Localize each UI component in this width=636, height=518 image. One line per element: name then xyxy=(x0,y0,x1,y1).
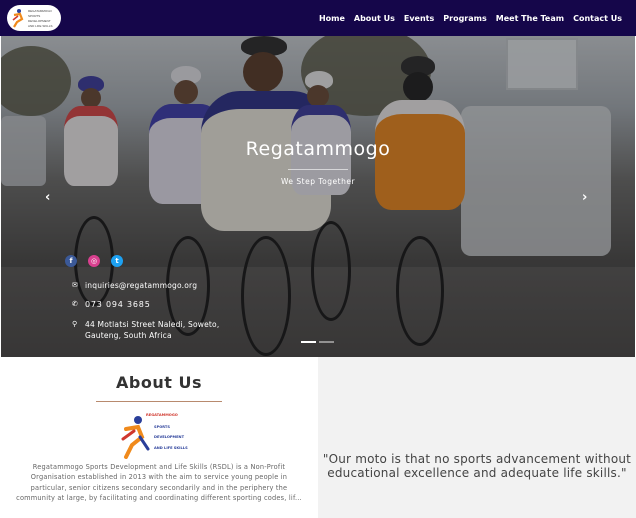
map-marker-icon: ⚲ xyxy=(72,320,78,328)
phone-text: 073 094 3685 xyxy=(85,300,151,309)
hero-carousel: Regatammogo We Step Together ‹ › f ◎ t ✉… xyxy=(1,36,635,357)
about-logo-line: SPORTS xyxy=(154,425,170,429)
nav-events[interactable]: Events xyxy=(404,14,434,23)
hero-divider xyxy=(288,169,348,170)
carousel-indicators xyxy=(301,341,334,343)
logo-line: SPORTS xyxy=(28,13,41,18)
phone-icon: ✆ xyxy=(72,300,79,308)
navbar: REGATAMMOGO SPORTS DEVELOPMENT AND LIFE … xyxy=(0,0,636,36)
site-logo[interactable]: REGATAMMOGO SPORTS DEVELOPMENT AND LIFE … xyxy=(7,5,61,31)
carousel-next-arrow-icon[interactable]: › xyxy=(582,190,587,205)
about-divider xyxy=(96,401,222,402)
twitter-icon[interactable]: t xyxy=(111,255,123,267)
address-line-2: Gauteng, South Africa xyxy=(85,331,172,340)
contact-address: ⚲ 44 Motlatsi Street Naledi, Soweto, Gau… xyxy=(72,319,219,341)
carousel-indicator[interactable] xyxy=(301,341,316,343)
contact-email[interactable]: ✉ inquiries@regatammogo.org xyxy=(72,280,197,291)
social-links: f ◎ t xyxy=(65,255,123,267)
about-section: About Us REGATAMMOGO SPORTS DEVELOPMENT … xyxy=(0,357,318,518)
envelope-icon: ✉ xyxy=(72,281,79,289)
logo-text: REGATAMMOGO SPORTS DEVELOPMENT AND LIFE … xyxy=(28,9,53,28)
nav-home[interactable]: Home xyxy=(319,14,345,23)
address-line-1: 44 Motlatsi Street Naledi, Soweto, xyxy=(85,320,220,329)
carousel-indicator[interactable] xyxy=(319,341,334,343)
about-title: About Us xyxy=(116,373,202,392)
nav-meet-the-team[interactable]: Meet The Team xyxy=(496,14,564,23)
email-text: inquiries@regatammogo.org xyxy=(85,281,198,290)
carousel-prev-arrow-icon[interactable]: ‹ xyxy=(45,190,50,205)
nav-contact-us[interactable]: Contact Us xyxy=(573,14,622,23)
contact-phone[interactable]: ✆ 073 094 3685 xyxy=(72,299,151,310)
motto-quote: "Our moto is that no sports advancement … xyxy=(322,452,632,480)
about-logo-line: DEVELOPMENT xyxy=(154,435,185,439)
main-nav: Home About Us Events Programs Meet The T… xyxy=(319,14,622,23)
nav-programs[interactable]: Programs xyxy=(443,14,486,23)
about-logo-line: AND LIFE SKILLS xyxy=(154,446,188,450)
nav-about-us[interactable]: About Us xyxy=(354,14,395,23)
logo-line: DEVELOPMENT xyxy=(28,18,51,23)
facebook-icon[interactable]: f xyxy=(65,255,77,267)
about-logo: REGATAMMOGO SPORTS DEVELOPMENT AND LIFE … xyxy=(120,409,202,461)
instagram-icon[interactable]: ◎ xyxy=(88,255,100,267)
about-logo-line: REGATAMMOGO xyxy=(146,413,178,417)
hero-title: Regatammogo xyxy=(245,138,391,160)
hero-subtitle: We Step Together xyxy=(280,177,356,186)
logo-line: AND LIFE SKILLS xyxy=(28,23,53,28)
motto-section: "Our moto is that no sports advancement … xyxy=(318,357,636,518)
logo-mark-icon xyxy=(11,8,25,28)
logo-figure-icon xyxy=(121,416,150,459)
logo-line: REGATAMMOGO xyxy=(28,8,52,13)
about-description: Regatammogo Sports Development and Life … xyxy=(16,463,302,503)
